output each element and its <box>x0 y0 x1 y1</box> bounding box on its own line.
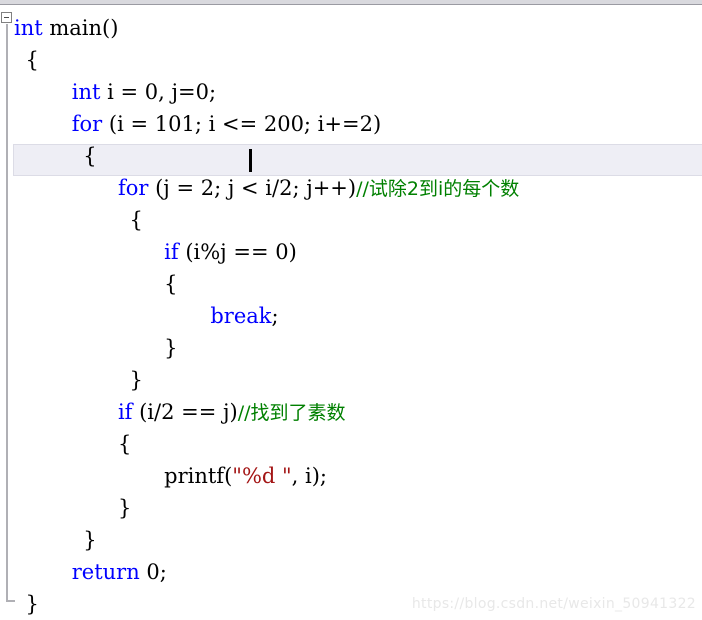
keyword-token: for <box>71 112 103 136</box>
keyword-token: if <box>117 400 133 424</box>
code-line[interactable]: } <box>83 524 96 556</box>
code-line[interactable]: int i = 0, j=0; <box>72 76 216 108</box>
code-line[interactable]: { <box>83 140 96 172</box>
watermark: https://blog.csdn.net/weixin_50941322 <box>411 596 696 612</box>
keyword-token: int <box>71 80 101 104</box>
code-line[interactable]: } <box>26 588 39 620</box>
code-line[interactable]: break; <box>210 300 278 332</box>
keyword-token: if <box>164 240 179 264</box>
keyword-token: break <box>210 304 272 328</box>
code-line[interactable]: int main() <box>14 12 118 44</box>
keyword-token: int <box>14 16 43 40</box>
code-token: (i = 101; i <= 200; i+=2) <box>102 112 382 136</box>
code-token: (j = 2; j < i/2; j++) <box>148 176 357 200</box>
code-token: i = 0, j=0; <box>100 80 217 104</box>
code-line[interactable]: { <box>26 44 39 76</box>
code-token: (i%j == 0) <box>178 240 297 264</box>
code-line[interactable]: } <box>118 492 131 524</box>
comment-token: //试除2到i的每个数 <box>356 178 520 200</box>
code-token: } <box>25 592 39 616</box>
code-line[interactable]: { <box>118 428 131 460</box>
comment-token: //找到了素数 <box>237 402 346 424</box>
code-token: main() <box>42 16 119 40</box>
code-token: , i); <box>291 464 328 488</box>
code-line[interactable]: return 0; <box>72 556 167 588</box>
code-line[interactable]: } <box>164 332 177 364</box>
code-token: } <box>129 368 143 392</box>
code-line[interactable]: } <box>130 364 143 396</box>
keyword-token: for <box>117 176 149 200</box>
code-line[interactable]: for (i = 101; i <= 200; i+=2) <box>72 108 381 140</box>
code-line[interactable]: { <box>130 204 143 236</box>
code-token: { <box>83 144 97 168</box>
code-token: (i/2 == j) <box>132 400 238 424</box>
code-token: 0; <box>139 560 167 584</box>
code-token: } <box>164 336 178 360</box>
code-line[interactable]: for (j = 2; j < i/2; j++)//试除2到i的每个数 <box>118 172 519 204</box>
code-editor[interactable]: int main(){int i = 0, j=0; for (i = 101; … <box>0 8 702 620</box>
code-token: printf( <box>164 464 233 488</box>
code-line[interactable]: { <box>164 268 177 300</box>
code-token: } <box>117 496 132 520</box>
code-line[interactable]: printf("%d ", i); <box>164 460 327 492</box>
code-token: { <box>25 48 39 72</box>
window-top-border <box>0 0 702 5</box>
string-token: "%d " <box>232 464 292 488</box>
code-token: { <box>117 432 132 456</box>
code-token: { <box>129 208 143 232</box>
code-token: } <box>83 528 97 552</box>
keyword-token: return <box>71 560 140 584</box>
code-token: { <box>164 272 178 296</box>
code-line[interactable]: if (i/2 == j)//找到了素数 <box>118 396 346 428</box>
text-caret <box>249 149 252 172</box>
code-line[interactable]: if (i%j == 0) <box>164 236 297 268</box>
code-token: ; <box>271 304 279 328</box>
code-content[interactable]: int main(){int i = 0, j=0; for (i = 101; … <box>0 8 702 620</box>
